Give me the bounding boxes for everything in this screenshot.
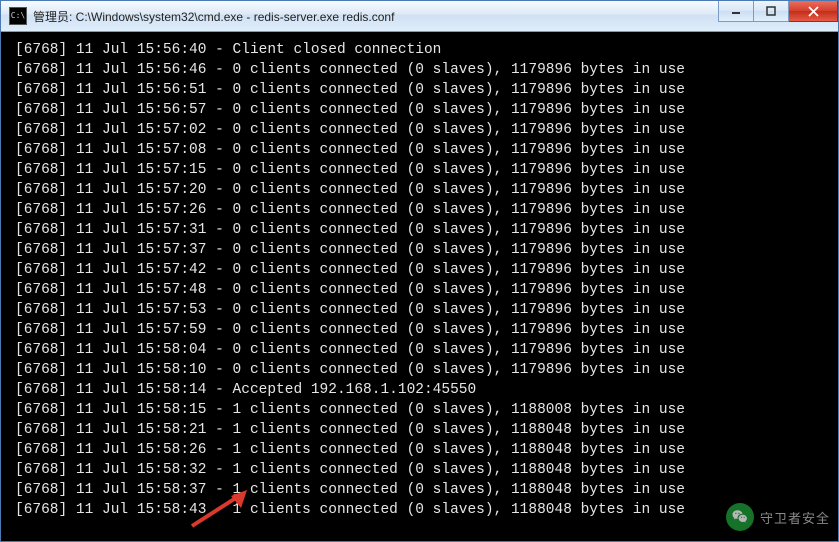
- terminal-line: [6768] 11 Jul 15:58:15 - 1 clients conne…: [15, 400, 824, 420]
- wechat-icon: [726, 503, 754, 531]
- terminal-line: [6768] 11 Jul 15:57:53 - 0 clients conne…: [15, 300, 824, 320]
- terminal-line: [6768] 11 Jul 15:57:31 - 0 clients conne…: [15, 220, 824, 240]
- terminal-line: [6768] 11 Jul 15:57:26 - 0 clients conne…: [15, 200, 824, 220]
- terminal-line: [6768] 11 Jul 15:56:57 - 0 clients conne…: [15, 100, 824, 120]
- terminal-line: [6768] 11 Jul 15:57:15 - 0 clients conne…: [15, 160, 824, 180]
- minimize-button[interactable]: [718, 1, 754, 22]
- terminal-line: [6768] 11 Jul 15:57:02 - 0 clients conne…: [15, 120, 824, 140]
- terminal-line: [6768] 11 Jul 15:57:37 - 0 clients conne…: [15, 240, 824, 260]
- terminal-line: [6768] 11 Jul 15:58:32 - 1 clients conne…: [15, 460, 824, 480]
- terminal-line: [6768] 11 Jul 15:57:42 - 0 clients conne…: [15, 260, 824, 280]
- titlebar[interactable]: C:\ 管理员: C:\Windows\system32\cmd.exe - r…: [1, 1, 838, 32]
- cmd-app-icon: C:\: [9, 7, 27, 25]
- terminal-line: [6768] 11 Jul 15:58:37 - 1 clients conne…: [15, 480, 824, 500]
- terminal-output[interactable]: [6768] 11 Jul 15:56:40 - Client closed c…: [7, 34, 832, 535]
- maximize-button[interactable]: [754, 1, 789, 22]
- watermark-text: 守卫者安全: [760, 508, 830, 527]
- terminal-line: [6768] 11 Jul 15:58:21 - 1 clients conne…: [15, 420, 824, 440]
- terminal-line: [6768] 11 Jul 15:57:20 - 0 clients conne…: [15, 180, 824, 200]
- window-controls: [718, 1, 838, 21]
- maximize-icon: [766, 6, 776, 16]
- terminal-line: [6768] 11 Jul 15:58:04 - 0 clients conne…: [15, 340, 824, 360]
- terminal-line: [6768] 11 Jul 15:57:59 - 0 clients conne…: [15, 320, 824, 340]
- terminal-line: [6768] 11 Jul 15:56:51 - 0 clients conne…: [15, 80, 824, 100]
- terminal-line: [6768] 11 Jul 15:57:08 - 0 clients conne…: [15, 140, 824, 160]
- terminal-line: [6768] 11 Jul 15:58:10 - 0 clients conne…: [15, 360, 824, 380]
- terminal-line: [6768] 11 Jul 15:56:46 - 0 clients conne…: [15, 60, 824, 80]
- terminal-line: [6768] 11 Jul 15:56:40 - Client closed c…: [15, 40, 824, 60]
- close-icon: [808, 6, 819, 17]
- terminal-line: [6768] 11 Jul 15:58:43 - 1 clients conne…: [15, 500, 824, 520]
- app-window: C:\ 管理员: C:\Windows\system32\cmd.exe - r…: [0, 0, 839, 542]
- terminal-line: [6768] 11 Jul 15:58:26 - 1 clients conne…: [15, 440, 824, 460]
- close-button[interactable]: [789, 1, 838, 22]
- minimize-icon: [731, 6, 741, 16]
- window-title: 管理员: C:\Windows\system32\cmd.exe - redis…: [33, 8, 394, 25]
- watermark: 守卫者安全: [726, 503, 830, 531]
- terminal-line: [6768] 11 Jul 15:58:14 - Accepted 192.16…: [15, 380, 824, 400]
- terminal-line: [6768] 11 Jul 15:57:48 - 0 clients conne…: [15, 280, 824, 300]
